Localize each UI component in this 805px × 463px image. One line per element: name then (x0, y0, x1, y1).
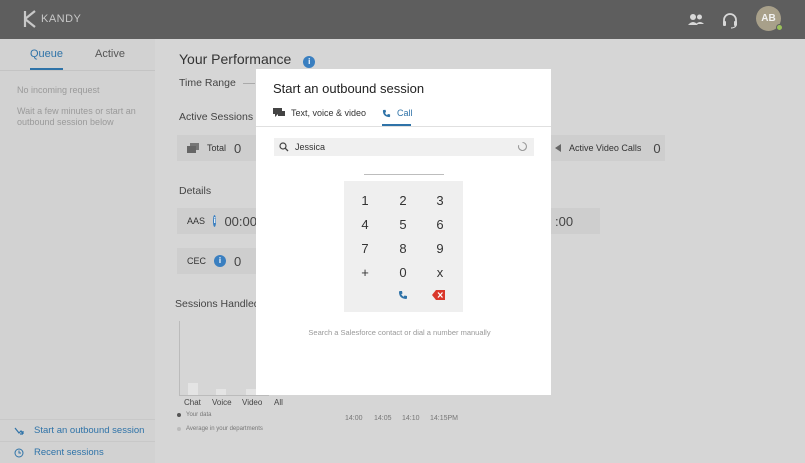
key-x[interactable]: x (425, 265, 455, 280)
time-tick: 14:15PM (430, 415, 459, 422)
legend-dot (177, 413, 181, 417)
keypad-hint-text: Search a Salesforce contact or dial a nu… (308, 328, 491, 337)
info-icon[interactable]: i (303, 56, 316, 68)
call-button-icon[interactable] (398, 290, 408, 300)
avatar-initials: AB (761, 13, 776, 24)
clock-icon (14, 448, 24, 457)
dial-keypad: 1 2 3 4 5 6 7 8 9 + 0 x (344, 181, 463, 312)
tab-text-voice-video-label: Text, voice & video (291, 108, 367, 118)
cec-label: CEC (187, 256, 207, 266)
cec-info-icon[interactable]: i (214, 255, 227, 267)
chart-category-voice: Voice (212, 398, 232, 407)
time-range-slider[interactable] (243, 83, 255, 84)
key-4[interactable]: 4 (350, 217, 380, 232)
time-tick: 14:00 (345, 415, 363, 422)
tab-queue[interactable]: Queue (30, 48, 63, 60)
active-video-calls-label: Active Video Calls (569, 143, 642, 153)
tab-call[interactable]: Call (382, 108, 413, 118)
kandy-logo[interactable]: KANDY (22, 10, 81, 28)
legend-your-data-label: Your data (186, 412, 212, 418)
key-7[interactable]: 7 (350, 241, 380, 256)
legend-department-average: Average in your departments (177, 426, 263, 432)
sidebar: Queue Active No incoming request Wait a … (0, 39, 155, 463)
contact-search-input[interactable]: Jessica (274, 138, 534, 156)
chat-bubbles-icon (273, 108, 285, 117)
contacts-icon[interactable] (687, 11, 705, 29)
total-value: 0 (234, 140, 242, 156)
key-1[interactable]: 1 (350, 193, 380, 208)
key-5[interactable]: 5 (388, 217, 418, 232)
phone-icon (382, 109, 391, 117)
outbound-session-modal: Start an outbound session Text, voice & … (256, 69, 551, 395)
aas-label: AAS (187, 216, 206, 226)
video-bar (246, 389, 256, 395)
tab-call-label: Call (397, 108, 413, 118)
voice-bar (216, 389, 226, 395)
time-tick: 14:10 (402, 415, 420, 422)
time-range-label: Time Range (179, 77, 236, 89)
start-outbound-session-link[interactable]: Start an outbound session (0, 419, 155, 441)
sessions-chart-baseline (179, 395, 269, 396)
search-input-value: Jessica (295, 142, 326, 152)
online-status-indicator (776, 24, 783, 31)
chart-category-chat: Chat (184, 398, 201, 407)
loading-spinner-icon (517, 141, 528, 152)
headset-icon[interactable] (721, 11, 739, 29)
page-title: Your Performance i (179, 51, 316, 68)
cec-card: CEC i 0 (177, 248, 257, 274)
sidebar-tabs-divider (0, 70, 155, 71)
key-0[interactable]: 0 (388, 265, 418, 280)
wait-instructions-text: Wait a few minutes or start an outbound … (17, 106, 136, 127)
aas-card: AAS i 00:00 (177, 208, 257, 234)
video-camera-icon (555, 144, 561, 152)
modal-tabs-divider (256, 126, 551, 127)
cec-value: 0 (234, 253, 242, 269)
backspace-delete-icon[interactable] (432, 290, 445, 300)
total-sessions-card: Total 0 (177, 135, 257, 161)
sessions-chart-axis (179, 321, 180, 396)
time-tick: 14:05 (374, 415, 392, 422)
modal-title: Start an outbound session (273, 81, 425, 96)
total-label: Total (207, 143, 227, 153)
dialed-number-field[interactable] (364, 174, 444, 175)
outbound-arrow-icon (14, 427, 24, 435)
recent-sessions-link[interactable]: Recent sessions (0, 441, 155, 463)
active-sessions-label: Active Sessions (179, 111, 254, 123)
aas-value: 00:00 (224, 213, 257, 229)
active-video-calls-value: 0 (653, 140, 661, 156)
key-9[interactable]: 9 (425, 241, 455, 256)
aas-secondary-card: :00 (545, 208, 600, 234)
top-bar: KANDY AB (0, 0, 805, 39)
chart-category-video: Video (242, 398, 263, 407)
legend-your-data: Your data (177, 412, 211, 418)
sessions-stack-icon (187, 143, 199, 153)
active-video-calls-card: Active Video Calls 0 (545, 135, 665, 161)
user-avatar[interactable]: AB (756, 6, 783, 31)
aas-info-icon[interactable]: i (213, 215, 217, 227)
logo-text: KANDY (41, 13, 82, 25)
key-6[interactable]: 6 (425, 217, 455, 232)
kandy-logo-icon (23, 10, 36, 28)
key-3[interactable]: 3 (425, 193, 455, 208)
chat-bar (188, 383, 198, 395)
aas-secondary-value: :00 (555, 213, 574, 229)
page-title-text: Your Performance (179, 51, 292, 67)
start-outbound-session-label: Start an outbound session (34, 425, 145, 436)
legend-dot (177, 427, 181, 431)
key-2[interactable]: 2 (388, 193, 418, 208)
recent-sessions-label: Recent sessions (34, 447, 104, 458)
tab-active[interactable]: Active (95, 48, 125, 60)
key-plus[interactable]: + (350, 265, 380, 280)
sessions-handled-label: Sessions Handled (175, 298, 260, 310)
details-label: Details (179, 185, 212, 197)
key-8[interactable]: 8 (388, 241, 418, 256)
tab-text-voice-video[interactable]: Text, voice & video (273, 108, 366, 118)
chart-category-all: All (274, 398, 283, 407)
search-icon (279, 142, 289, 152)
legend-department-average-label: Average in your departments (186, 426, 263, 432)
no-incoming-request-text: No incoming request (17, 85, 100, 95)
